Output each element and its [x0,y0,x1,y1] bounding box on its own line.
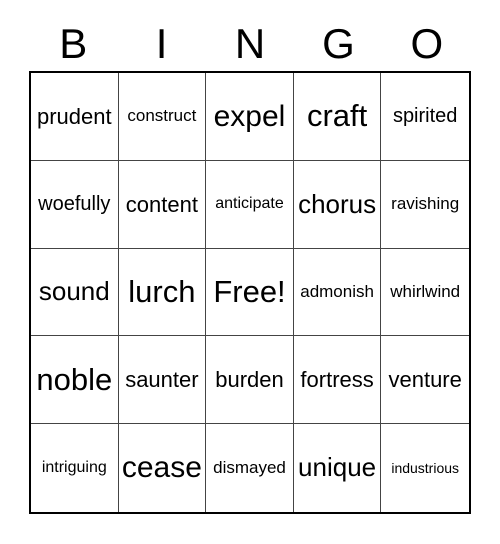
bingo-grid: prudent construct expel craft spirited w… [29,71,471,514]
bingo-cell[interactable]: saunter [118,336,207,425]
bingo-cell[interactable]: ravishing [381,160,469,249]
bingo-cell[interactable]: venture [381,336,469,425]
bingo-cell-label: intriguing [41,458,107,476]
bingo-cell-label: anticipate [215,194,284,212]
bingo-cell-label: content [125,191,198,217]
header-letter-b: B [59,19,88,67]
bingo-cell[interactable]: craft [293,73,382,161]
bingo-cell-label: Free! [213,273,286,309]
bingo-cell-label: fortress [300,367,374,393]
bingo-cell[interactable]: burden [206,336,294,425]
bingo-cell-label: lurch [128,273,196,309]
bingo-cell[interactable]: noble [31,336,119,425]
bingo-cell[interactable]: content [118,160,207,249]
bingo-cell-label: unique [298,452,377,483]
bingo-cell-label: chorus [298,188,377,219]
bingo-cell[interactable]: construct [118,73,207,161]
header-letter-i: I [155,19,168,67]
bingo-cell-label: burden [215,367,284,393]
bingo-cell[interactable]: lurch [118,248,207,337]
bingo-cell-label: sound [38,276,110,307]
bingo-cell-label: industrious [391,459,460,476]
bingo-cell[interactable]: cease [118,424,207,512]
bingo-cell[interactable]: industrious [381,424,469,512]
bingo-cell-label: woefully [38,192,111,215]
bingo-cell[interactable]: anticipate [206,160,294,249]
bingo-cell[interactable]: sound [31,248,119,337]
bingo-cell-free-space[interactable]: Free! [206,248,294,337]
bingo-cell[interactable]: expel [206,73,294,161]
bingo-cell-label: noble [36,361,113,397]
header-letter-o: O [410,19,444,67]
bingo-cell-label: ravishing [391,194,460,214]
bingo-cell-label: admonish [300,282,374,302]
bingo-cell[interactable]: spirited [381,73,469,161]
bingo-cell-label: craft [306,98,368,134]
bingo-cell[interactable]: fortress [293,336,382,425]
bingo-cell[interactable]: prudent [31,73,119,161]
bingo-cell-label: spirited [392,104,458,127]
header-letter-g: G [322,19,355,67]
bingo-cell[interactable]: unique [293,424,382,512]
bingo-cell-label: saunter [125,367,199,393]
bingo-header-row: B I N G O [29,16,471,71]
bingo-cell-label: construct [127,106,197,126]
bingo-cell[interactable]: intriguing [31,424,119,512]
bingo-cell[interactable]: admonish [293,248,382,337]
bingo-cell-label: expel [213,99,286,133]
bingo-cell[interactable]: whirlwind [381,248,469,337]
bingo-cell[interactable]: dismayed [206,424,294,512]
bingo-cell-label: venture [388,367,462,393]
header-letter-n: N [234,19,266,67]
bingo-cell[interactable]: woefully [31,160,119,249]
bingo-card: B I N G O prudent construct expel craft … [0,0,500,544]
bingo-cell-label: cease [121,451,202,485]
bingo-cell-label: dismayed [213,458,286,478]
bingo-cell-label: prudent [36,103,112,129]
bingo-cell[interactable]: chorus [293,160,382,249]
bingo-cell-label: whirlwind [390,282,461,302]
